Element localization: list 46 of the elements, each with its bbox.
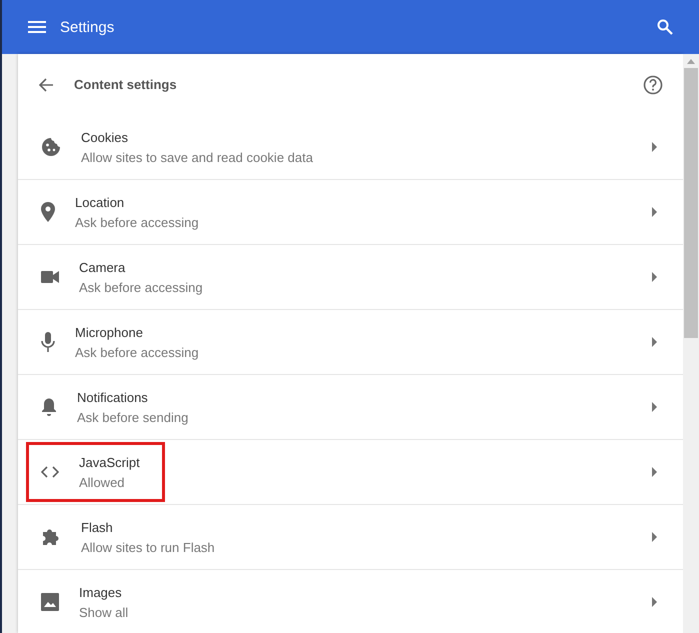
- item-subtitle: Allow sites to run Flash: [81, 540, 215, 554]
- item-title: Microphone: [75, 324, 144, 340]
- item-title: Location: [75, 194, 126, 210]
- item-subtitle: Allowed: [79, 474, 126, 490]
- settings-item[interactable]: Notifications Ask before sending: [18, 375, 683, 440]
- puzzle-piece-icon: [41, 527, 61, 547]
- item-title: Images: [79, 584, 123, 600]
- item-title: Notifications: [77, 390, 149, 404]
- app-title: Settings: [60, 18, 116, 36]
- item-title: Camera: [79, 260, 126, 274]
- video-camera-icon: [41, 271, 59, 283]
- microphone-icon: [41, 332, 55, 352]
- caret-icon: [652, 467, 657, 477]
- caret-icon: [652, 272, 657, 282]
- item-title: Flash: [81, 520, 114, 534]
- caret-icon: [652, 207, 657, 217]
- settings-item[interactable]: Camera Ask before accessing: [18, 245, 683, 310]
- item-subtitle: Allow sites to save and read cookie data: [81, 150, 313, 164]
- image-icon: [41, 593, 59, 611]
- caret-icon: [652, 337, 657, 347]
- settings-item[interactable]: Microphone Ask before accessing: [18, 310, 683, 375]
- item-subtitle: Ask before accessing: [79, 280, 203, 294]
- item-title: JavaScript: [79, 454, 140, 470]
- item-subtitle: Ask before accessing: [75, 344, 199, 360]
- bell-icon: [41, 397, 57, 417]
- item-subtitle: Ask before sending: [77, 410, 188, 424]
- menu-icon[interactable]: [28, 21, 46, 33]
- item-title: Cookies: [81, 130, 129, 144]
- caret-icon: [652, 597, 657, 607]
- back-arrow-icon[interactable]: [38, 76, 54, 92]
- settings-item[interactable]: Cookies Allow sites to save and read cookie data: [18, 115, 683, 180]
- item-subtitle: Ask before accessing: [75, 214, 199, 230]
- scroll-thumb[interactable]: [684, 68, 698, 338]
- caret-icon: [652, 142, 657, 152]
- settings-item[interactable]: Flash Allow sites to run Flash: [18, 505, 683, 570]
- caret-icon: [652, 532, 657, 542]
- help-icon[interactable]: [643, 74, 663, 94]
- page-title: Content settings: [74, 77, 178, 92]
- location-pin-icon: [41, 202, 55, 222]
- settings-item[interactable]: JavaScript Allowed: [18, 440, 683, 505]
- item-subtitle: Show all: [79, 604, 128, 620]
- search-icon[interactable]: [657, 19, 673, 35]
- cookie-icon: [41, 137, 61, 157]
- code-brackets-icon: [41, 466, 59, 478]
- settings-item[interactable]: Location Ask before accessing: [18, 180, 683, 245]
- caret-icon: [652, 402, 657, 412]
